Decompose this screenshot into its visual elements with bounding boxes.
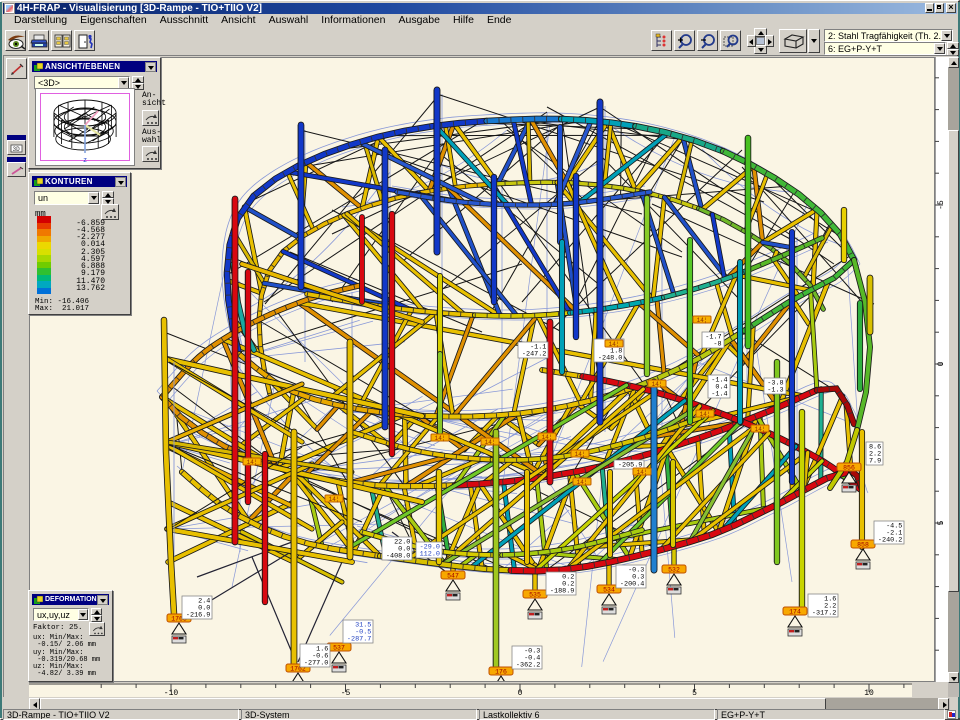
svg-text:7.9: 7.9 [869,457,881,465]
svg-text:-200.4: -200.4 [620,580,644,588]
svg-text:858: 858 [857,542,869,549]
svg-text:14¦: 14¦ [435,435,446,442]
svg-text:-248.0: -248.0 [598,354,622,362]
svg-text:14¦: 14¦ [697,317,708,324]
svg-text:112.0: 112.0 [420,550,440,558]
svg-text:-408.0: -408.0 [386,552,410,560]
svg-text:-247.2: -247.2 [522,350,546,358]
svg-text:174: 174 [789,609,801,616]
svg-text:547: 547 [447,573,459,580]
svg-text:14¦: 14¦ [652,381,663,388]
svg-text:537: 537 [333,645,345,652]
svg-text:-277.0: -277.0 [304,659,328,667]
svg-text:-1.3: -1.3 [767,386,783,394]
svg-text:-5: -5 [341,689,351,697]
svg-text:532: 532 [668,567,680,574]
svg-text:14¦: 14¦ [577,479,588,486]
svg-text:14¦: 14¦ [329,496,340,503]
svg-text:0: 0 [937,361,946,366]
svg-text:14¦: 14¦ [542,434,553,441]
svg-text:176: 176 [495,669,507,676]
svg-text:535: 535 [529,592,541,599]
svg-text:0: 0 [518,689,523,697]
svg-text:-317.2: -317.2 [812,609,836,617]
svg-text:14¦: 14¦ [247,459,258,466]
svg-text:-362.2: -362.2 [516,661,540,669]
svg-text:3D: 3D [13,146,21,153]
svg-text:534: 534 [603,587,615,594]
svg-text:5: 5 [937,520,946,525]
svg-text:14¦: 14¦ [609,341,620,348]
svg-text:14¦: 14¦ [700,411,711,418]
svg-text:5: 5 [692,689,697,697]
svg-text:-1.4: -1.4 [711,390,727,398]
svg-text:z: z [83,157,87,165]
svg-text:14¦: 14¦ [485,439,496,446]
svg-text:-10: -10 [164,689,179,697]
svg-text:-287.7: -287.7 [347,635,371,643]
svg-text:-216.9: -216.9 [186,611,210,619]
svg-text:10: 10 [864,689,874,697]
svg-text:-188.9: -188.9 [550,587,574,595]
svg-text:14¦: 14¦ [575,451,586,458]
svg-text:14¦: 14¦ [637,469,648,476]
svg-text:856: 856 [843,465,855,472]
svg-text:-8: -8 [713,340,721,348]
svg-text:14¦: 14¦ [755,426,766,433]
svg-text:-5: -5 [937,200,946,210]
svg-text:-240.2: -240.2 [878,536,902,544]
